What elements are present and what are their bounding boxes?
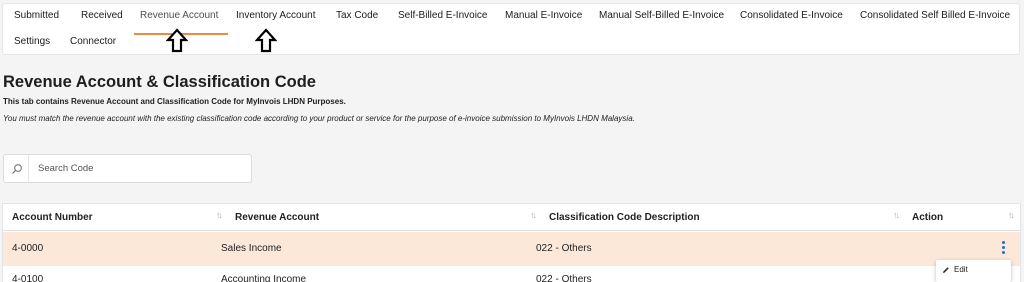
tab-submitted[interactable]: Submitted [14, 10, 59, 21]
page-subtitle: This tab contains Revenue Account and Cl… [3, 97, 346, 106]
tab-manual-self-billed-e-invoice[interactable]: Manual Self-Billed E-Invoice [599, 10, 724, 21]
search-icon [12, 164, 22, 174]
pencil-icon [943, 267, 949, 273]
cell-revenue-account: Accounting Income [221, 274, 307, 282]
row-action-menu: Edit [936, 260, 1011, 282]
tab-connector[interactable]: Connector [70, 36, 116, 47]
edit-menu-item[interactable]: Edit [942, 265, 968, 274]
tab-consolidated-self-billed-e-invoice[interactable]: Consolidated Self Billed E-Invoice [860, 10, 1010, 21]
sort-icon[interactable]: ↑↓ [893, 210, 900, 220]
sort-icon[interactable]: ↑↓ [1008, 210, 1015, 220]
arrow-up-icon [166, 28, 188, 53]
revenue-account-table: Account Number ↑↓ Revenue Account ↑↓ Cla… [2, 203, 1021, 282]
table-row[interactable]: 4-0100 Accounting Income 022 - Others [3, 266, 1020, 282]
search-input[interactable] [30, 155, 250, 182]
more-actions-icon[interactable] [1001, 241, 1007, 255]
table-header: Account Number ↑↓ Revenue Account ↑↓ Cla… [3, 204, 1020, 231]
tab-received[interactable]: Received [81, 10, 123, 21]
cell-classification-code: 022 - Others [536, 274, 592, 282]
column-header-classification-code[interactable]: Classification Code Description [549, 212, 700, 223]
page-title: Revenue Account & Classification Code [3, 73, 316, 91]
sort-icon[interactable]: ↑↓ [530, 210, 537, 220]
page-note: You must match the revenue account with … [3, 114, 635, 123]
search-icon-container [4, 155, 29, 182]
cell-account-number: 4-0100 [12, 274, 44, 282]
search-box [3, 154, 252, 183]
tab-consolidated-e-invoice[interactable]: Consolidated E-Invoice [740, 10, 843, 21]
cell-classification-code: 022 - Others [536, 243, 592, 254]
column-header-action: Action [912, 212, 944, 223]
tab-settings[interactable]: Settings [14, 36, 50, 47]
tab-manual-e-invoice[interactable]: Manual E-Invoice [505, 10, 582, 21]
cell-account-number: 4-0000 [12, 243, 44, 254]
tab-revenue-account[interactable]: Revenue Account [140, 10, 218, 21]
column-header-revenue-account[interactable]: Revenue Account [235, 212, 319, 223]
tab-inventory-account[interactable]: Inventory Account [236, 10, 316, 21]
tab-tax-code[interactable]: Tax Code [336, 10, 378, 21]
edit-label: Edit [954, 265, 968, 274]
column-header-account-number[interactable]: Account Number [12, 212, 93, 223]
table-row[interactable]: 4-0000 Sales Income 022 - Others [3, 232, 1020, 266]
tab-self-billed-e-invoice[interactable]: Self-Billed E-Invoice [398, 10, 487, 21]
cell-revenue-account: Sales Income [221, 243, 282, 254]
tab-bar: Submitted Received Revenue Account Inven… [2, 3, 1020, 55]
sort-icon[interactable]: ↑↓ [216, 210, 223, 220]
arrow-up-icon [255, 28, 277, 53]
